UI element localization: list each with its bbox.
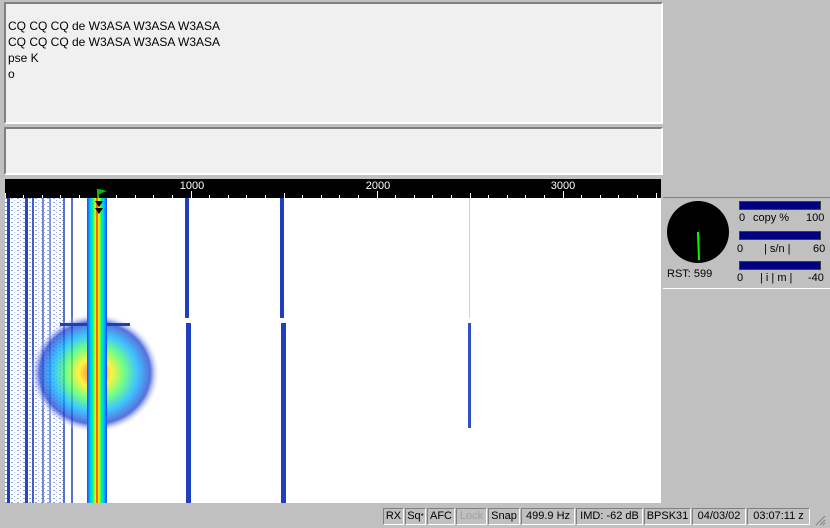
imd-readout: IMD: -62 dB [576,508,643,525]
squelch-label: Sq [407,510,421,522]
afc-button[interactable]: AFC [427,508,455,525]
cursor-marker-icon[interactable] [94,200,104,214]
rx-button[interactable]: RX [383,508,404,525]
signal-trace [281,323,286,503]
signal-trace [468,323,471,428]
copy-meter-min: 0 [739,212,746,224]
receive-text-pane[interactable]: CQ CQ CQ de W3ASA W3ASA W3ASA CQ CQ CQ d… [4,2,663,124]
rst-report: RST: 599 [667,268,713,280]
transmit-text-pane[interactable] [4,127,663,175]
sn-meter-min: 0 [737,243,744,255]
phase-scope [667,201,729,263]
carrier-trace [7,198,10,503]
rx-text-line: pse K [8,51,39,65]
scale-label-3000: 3000 [550,180,576,192]
rx-text-line: CQ CQ CQ de W3ASA W3ASA W3ASA [8,35,221,49]
frequency-readout: 499.9 Hz [521,508,575,525]
waterfall-display[interactable] [5,198,661,503]
frequency-scale[interactable]: 1000 2000 3000 [5,179,661,198]
phase-needle-icon [697,231,700,261]
time-readout: 03:07:11 z [747,508,810,525]
scale-tick [191,191,192,198]
signal-trace [469,198,470,318]
date-readout: 04/03/02 [692,508,746,525]
rx-text-line: o [8,67,15,81]
scale-label-1000: 1000 [179,180,205,192]
resize-grip-icon[interactable] [814,514,826,526]
imd-meter-label: | i | m | [760,272,793,284]
signal-trace [280,198,284,318]
carrier-trace [25,198,28,503]
main-signal-trace [87,198,107,503]
mode-selector[interactable]: BPSK31 [644,508,691,525]
snap-button[interactable]: Snap [488,508,520,525]
squelch-button[interactable]: Sq* [405,508,426,525]
copy-meter-max: 100 [806,212,825,224]
squelch-indicator-icon: * [420,512,424,521]
copy-meter-label: copy % [753,212,790,224]
imd-meter-min: 0 [737,272,744,284]
imd-meter-max: -40 [808,272,824,284]
imd-meter-bar [739,261,821,270]
signal-trace [185,198,189,318]
sn-meter-max: 60 [813,243,826,255]
signal-trace [186,323,191,503]
rx-text-line: CQ CQ CQ de W3ASA W3ASA W3ASA [8,19,221,33]
scale-tick [377,191,378,198]
copy-meter-bar [739,201,821,210]
flag-icon[interactable] [94,189,110,198]
scale-tick [563,191,564,198]
waterfall-canvas [5,198,471,503]
scale-label-2000: 2000 [365,180,391,192]
sn-meter-label: | s/n | [764,243,791,255]
status-bar: RX Sq* AFC Lock Snap 499.9 Hz IMD: -62 d… [0,505,830,528]
lock-button[interactable]: Lock [456,508,487,525]
sn-meter-bar [739,231,821,240]
carrier-trace [32,198,34,503]
